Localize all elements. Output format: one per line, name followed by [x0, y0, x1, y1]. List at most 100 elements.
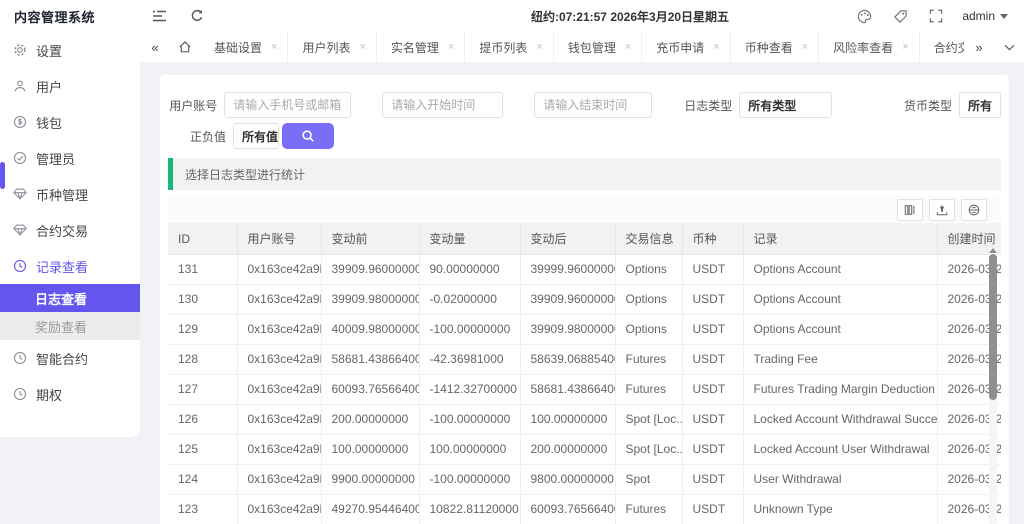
table-scrollbar[interactable] — [989, 248, 997, 524]
table-row[interactable]: 123 0x163ce42a9b... 49270.95446400 10822… — [168, 494, 1001, 524]
currency-type-select[interactable]: 所有 — [959, 92, 1001, 118]
cell-before: 100.00000000 — [321, 434, 419, 464]
tab-close-icon[interactable]: × — [625, 41, 631, 53]
tab-close-icon[interactable]: × — [448, 41, 454, 53]
start-time-input[interactable] — [382, 92, 503, 118]
cell-change: 100.00000000 — [419, 434, 520, 464]
column-header[interactable]: 用户账号 — [237, 224, 321, 254]
table-row[interactable]: 125 0x163ce42a9b... 100.00000000 100.000… — [168, 434, 1001, 464]
cell-trade-info: Futures — [615, 494, 682, 524]
cell-account: 0x163ce42a9b... — [237, 434, 321, 464]
end-time-input[interactable] — [534, 92, 652, 118]
cell-trade-info: Futures — [615, 374, 682, 404]
tab-close-icon[interactable]: × — [359, 41, 365, 53]
tab-item[interactable]: 合约交易管理× — [920, 32, 964, 62]
cell-trade-info: Spot [Loc... — [615, 404, 682, 434]
account-input[interactable] — [224, 92, 351, 118]
cell-after: 100.00000000 — [520, 404, 615, 434]
filter-row-1: 用户账号 日志类型 所有类型 货币类型 所有 — [168, 92, 1001, 118]
tag-button[interactable] — [882, 0, 918, 32]
table-body: 131 0x163ce42a9b... 39909.96000000 90.00… — [168, 254, 1001, 524]
log-type-select[interactable]: 所有类型 — [739, 92, 832, 118]
palette-icon — [857, 9, 872, 24]
table-row[interactable]: 126 0x163ce42a9b... 200.00000000 -100.00… — [168, 404, 1001, 434]
cell-record: Options Account — [743, 314, 937, 344]
table-row[interactable]: 129 0x163ce42a9b... 40009.98000000 -100.… — [168, 314, 1001, 344]
sidebar-item-users[interactable]: 用户 — [0, 68, 140, 104]
table-row[interactable]: 127 0x163ce42a9b... 60093.76566400 -1412… — [168, 374, 1001, 404]
cell-trade-info: Options — [615, 284, 682, 314]
cell-coin: USDT — [682, 374, 743, 404]
refresh-icon — [190, 9, 204, 23]
sidebar-subitem-reward-view[interactable]: 奖励查看 — [0, 312, 140, 340]
user-menu[interactable]: admin — [954, 9, 1016, 23]
column-header[interactable]: 记录 — [743, 224, 937, 254]
tab-item[interactable]: 钱包管理× — [554, 32, 642, 62]
search-button[interactable] — [282, 123, 334, 149]
fullscreen-button[interactable] — [918, 0, 954, 32]
cell-after: 60093.76566400 — [520, 494, 615, 524]
cell-change: 10822.81120000 — [419, 494, 520, 524]
cell-after: 39909.96000000 — [520, 284, 615, 314]
cell-change: -100.00000000 — [419, 314, 520, 344]
fullscreen-icon — [929, 9, 943, 23]
collapse-menu-button[interactable] — [140, 0, 178, 32]
tab-item[interactable]: 币种查看× — [731, 32, 819, 62]
sidebar-item-settings[interactable]: 设置 — [0, 32, 140, 68]
gem-icon — [13, 223, 27, 237]
tab-item[interactable]: 充币申请× — [642, 32, 730, 62]
tab-item[interactable]: 基础设置× — [200, 32, 288, 62]
table-row[interactable]: 131 0x163ce42a9b... 39909.96000000 90.00… — [168, 254, 1001, 284]
scrollbar-thumb[interactable] — [989, 254, 997, 400]
tab-item[interactable]: 提币列表× — [465, 32, 553, 62]
column-header[interactable]: 变动前 — [321, 224, 419, 254]
tab-item[interactable]: 用户列表× — [288, 32, 376, 62]
tab-close-icon[interactable]: × — [902, 41, 908, 53]
home-tab[interactable] — [170, 32, 200, 62]
column-header[interactable]: 变动后 — [520, 224, 615, 254]
cell-record: Locked Account User Withdrawal — [743, 434, 937, 464]
sign-select[interactable]: 所有值 — [233, 123, 279, 149]
sidebar-scrollbar-thumb[interactable] — [0, 162, 5, 189]
export-button[interactable] — [929, 199, 955, 221]
table-row[interactable]: 128 0x163ce42a9b... 58681.43866400 -42.3… — [168, 344, 1001, 374]
tab-close-icon[interactable]: × — [271, 41, 277, 53]
table-row[interactable]: 124 0x163ce42a9b... 9900.00000000 -100.0… — [168, 464, 1001, 494]
sidebar-item-wallet[interactable]: 钱包 — [0, 104, 140, 140]
tab-close-icon[interactable]: × — [713, 41, 719, 53]
tab-item[interactable]: 实名管理× — [377, 32, 465, 62]
tab-close-icon[interactable]: × — [536, 41, 542, 53]
account-label: 用户账号 — [168, 97, 217, 114]
main-content: 用户账号 日志类型 所有类型 货币类型 所有 正负值 所有值 选择日志类型进行统… — [140, 62, 1024, 524]
cell-after: 39909.98000000 — [520, 314, 615, 344]
sidebar-item-coin-management[interactable]: 币种管理 — [0, 176, 140, 212]
print-button[interactable] — [961, 199, 987, 221]
sidebar-subitem-log-view[interactable]: 日志查看 — [0, 284, 140, 312]
tabs-menu-button[interactable] — [994, 32, 1024, 62]
filter-columns-button[interactable] — [897, 199, 923, 221]
sidebar-item-smart-contract[interactable]: 智能合约 — [0, 340, 140, 376]
column-header[interactable]: 交易信息 — [615, 224, 682, 254]
column-header[interactable]: ID — [168, 224, 237, 254]
tab-bar: « 基础设置× 用户列表× 实名管理× 提币列表× 钱包管理× 充币申请× 币种… — [140, 32, 1024, 62]
cell-account: 0x163ce42a9b... — [237, 374, 321, 404]
notice-bar: 选择日志类型进行统计 — [168, 158, 1001, 190]
sidebar-item-records[interactable]: 记录查看 — [0, 248, 140, 284]
tab-close-icon[interactable]: × — [802, 41, 808, 53]
scroll-up-icon[interactable] — [989, 248, 997, 253]
column-header[interactable]: 变动量 — [419, 224, 520, 254]
sidebar-item-options[interactable]: 期权 — [0, 376, 140, 412]
tab-item[interactable]: 风险率查看× — [819, 32, 919, 62]
sidebar-item-contract-trading[interactable]: 合约交易 — [0, 212, 140, 248]
clock-icon — [13, 351, 27, 365]
tabs-scroll-left-button[interactable]: « — [140, 32, 170, 62]
tabs-scroll-right-button[interactable]: » — [964, 32, 994, 62]
table-row[interactable]: 130 0x163ce42a9b... 39909.98000000 -0.02… — [168, 284, 1001, 314]
refresh-button[interactable] — [178, 0, 216, 32]
sidebar-item-admins[interactable]: 管理员 — [0, 140, 140, 176]
cell-id: 124 — [168, 464, 237, 494]
cell-id: 126 — [168, 404, 237, 434]
column-header[interactable]: 币种 — [682, 224, 743, 254]
cell-before: 40009.98000000 — [321, 314, 419, 344]
theme-button[interactable] — [846, 0, 882, 32]
